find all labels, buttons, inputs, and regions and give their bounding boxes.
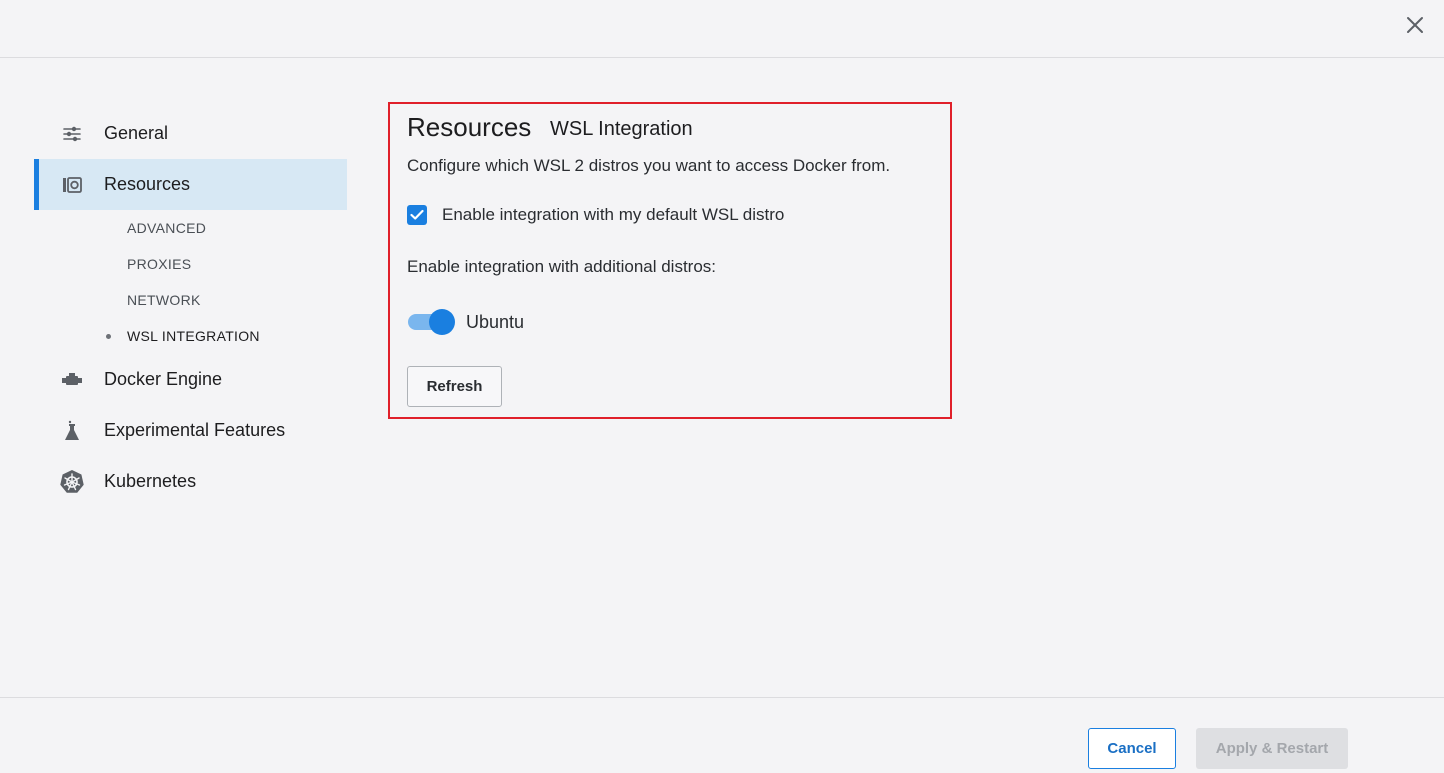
engine-icon [58,366,86,394]
page-title: Resources [407,112,532,142]
sidebar-item-kubernetes[interactable]: Kubernetes [34,456,347,507]
flask-icon [58,417,86,445]
ubuntu-toggle[interactable] [407,309,455,335]
resources-icon [58,171,86,199]
sidebar-item-resources[interactable]: Resources [34,159,347,210]
sidebar-item-label: Docker Engine [104,369,223,389]
sidebar-item-label: Experimental Features [104,420,286,440]
title-bar [0,0,1444,58]
sidebar-subitem-label: PROXIES [127,256,192,272]
default-distro-option[interactable]: Enable integration with my default WSL d… [407,205,784,225]
sidebar-item-label: Resources [104,174,191,194]
sidebar-item-label: General [104,123,169,143]
cancel-button[interactable]: Cancel [1088,728,1176,769]
checkmark-icon [410,209,424,220]
refresh-button[interactable]: Refresh [407,366,502,407]
current-section-dot [106,333,111,339]
sidebar-subitem-label: ADVANCED [127,220,207,236]
distro-toggle-row[interactable]: Ubuntu [407,309,524,335]
additional-distros-label: Enable integration with additional distr… [407,257,717,276]
footer-bar: Cancel Apply & Restart [0,697,1444,773]
close-icon [1407,17,1423,33]
sidebar-subitem-wsl-integration[interactable]: WSL INTEGRATION [34,318,347,354]
wsl-integration-panel: Resources WSL Integration Configure whic… [388,102,952,419]
page-subtitle: WSL Integration [550,118,693,140]
toggle-knob [429,309,455,335]
sidebar-subitem-network[interactable]: NETWORK [34,282,347,318]
sidebar-item-experimental-features[interactable]: Experimental Features [34,405,347,456]
sidebar-subitem-proxies[interactable]: PROXIES [34,246,347,282]
default-distro-checkbox[interactable] [407,205,427,225]
close-button[interactable] [1402,12,1428,38]
settings-sidebar: General Resources ADVANCED PROXIES NETWO… [34,108,347,507]
sidebar-item-docker-engine[interactable]: Docker Engine [34,354,347,405]
sidebar-subitem-advanced[interactable]: ADVANCED [34,210,347,246]
page-description: Configure which WSL 2 distros you want t… [407,156,891,175]
sidebar-subitem-label: NETWORK [127,292,201,308]
sidebar-item-general[interactable]: General [34,108,347,159]
default-distro-label: Enable integration with my default WSL d… [442,205,785,224]
sliders-icon [58,120,86,148]
sidebar-item-label: Kubernetes [104,471,197,491]
apply-restart-button[interactable]: Apply & Restart [1196,728,1348,769]
helm-wheel-icon [58,468,86,496]
distro-name: Ubuntu [466,311,525,332]
sidebar-subitem-label: WSL INTEGRATION [127,328,260,344]
